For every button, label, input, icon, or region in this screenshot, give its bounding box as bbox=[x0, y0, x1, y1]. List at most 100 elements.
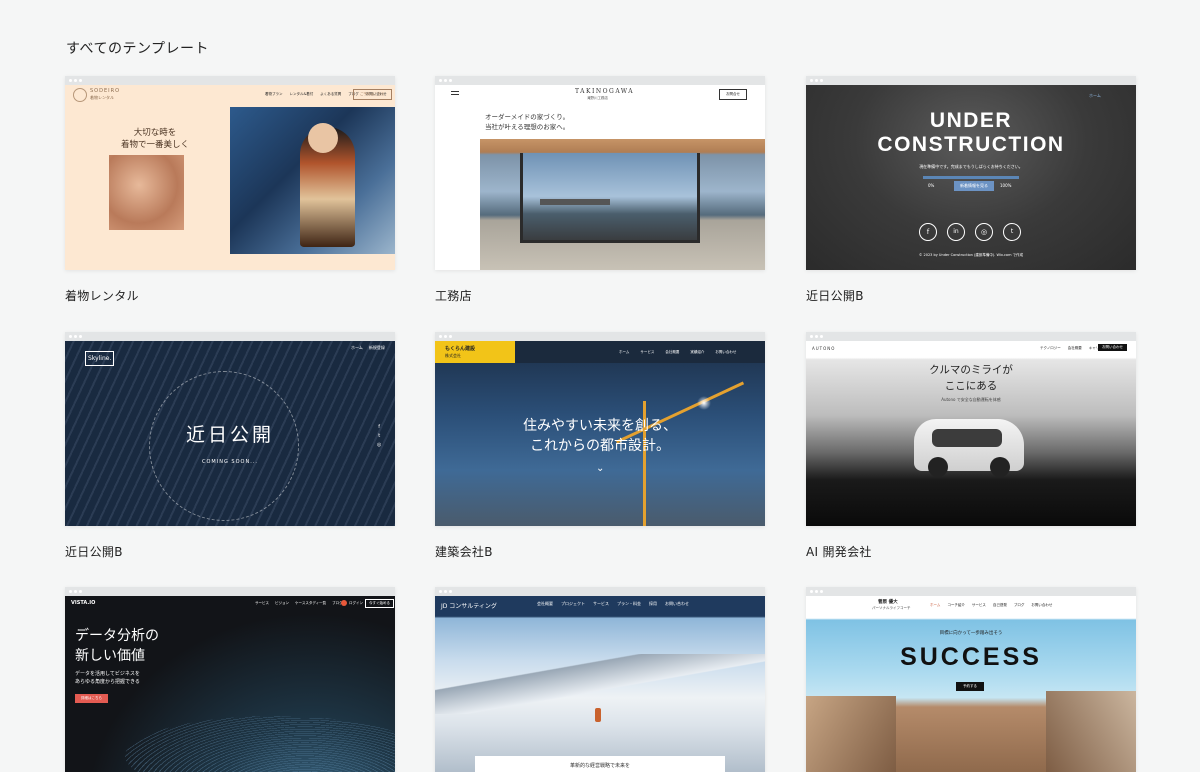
template-preview[interactable]: Skyline. ホーム 新規登録 近日公開 COMING SOON... f … bbox=[65, 332, 395, 526]
template-screenshot: もくらん建設 株式会社 ホーム サービス 会社概要 実績紹介 お問い合わせ 住み… bbox=[435, 341, 765, 526]
progress-bar bbox=[923, 176, 1019, 179]
nav-item[interactable]: 会社概要 bbox=[665, 350, 679, 355]
template-preview[interactable]: TAKINOGAWA 滝野川工務店 お問合せ オーダーメイドの家づくり。 当社が… bbox=[435, 76, 765, 270]
details-button[interactable]: 詳細はこちら bbox=[75, 694, 108, 703]
nav-item[interactable]: 会社概要 bbox=[1068, 346, 1082, 351]
nav-menu: ホーム コーチ紹介 サービス 自己啓発 ブログ お問い合わせ bbox=[930, 603, 1052, 608]
menu-icon[interactable] bbox=[451, 91, 459, 92]
twitter-icon[interactable]: t bbox=[1003, 223, 1021, 241]
hero-headline: UNDER CONSTRUCTION bbox=[877, 109, 1065, 156]
template-preview[interactable]: JD コンサルティング 会社概要 プロジェクト サービス プラン・料金 採用 お… bbox=[435, 587, 765, 772]
nav-menu: ホーム 新規登録 bbox=[351, 345, 385, 351]
template-name: 近日公開B bbox=[65, 545, 123, 559]
nav-menu: サービス ビジョン ケーススタディ一覧 ブログ bbox=[255, 601, 343, 606]
nav-item[interactable]: サービス bbox=[972, 603, 986, 608]
nav-item[interactable]: 実績紹介 bbox=[690, 350, 704, 355]
instagram-icon[interactable]: ◎ bbox=[975, 223, 993, 241]
caption-panel: 革新的な経営戦略で未来を bbox=[475, 756, 725, 772]
template-name: 工務店 bbox=[435, 289, 472, 303]
template-preview[interactable]: VISTA.IO サービス ビジョン ケーススタディ一覧 ブログ ログイン 今す… bbox=[65, 587, 395, 772]
nav-item[interactable]: お問い合わせ bbox=[665, 601, 689, 607]
contact-button[interactable]: お問い合わせ bbox=[1098, 344, 1127, 351]
social-icons: f t ◎ bbox=[377, 423, 381, 450]
nav-item[interactable]: ホーム bbox=[351, 345, 363, 351]
nav-item[interactable]: よくある質問 bbox=[320, 92, 341, 97]
nav-item[interactable]: 採用 bbox=[649, 601, 657, 607]
browser-chrome bbox=[806, 332, 1136, 341]
facebook-icon[interactable]: f bbox=[919, 223, 937, 241]
hero-headline: クルマのミライが ここにある bbox=[929, 364, 1013, 392]
template-card-architecture[interactable]: もくらん建設 株式会社 ホーム サービス 会社概要 実績紹介 お問い合わせ 住み… bbox=[435, 332, 765, 560]
nav-item[interactable]: お問い合わせ bbox=[1031, 603, 1052, 608]
logo-text: TAKINOGAWA bbox=[575, 88, 635, 95]
template-card-skyline[interactable]: Skyline. ホーム 新規登録 近日公開 COMING SOON... f … bbox=[65, 332, 395, 560]
browser-chrome bbox=[65, 332, 395, 341]
nav-item[interactable]: ケーススタディ一覧 bbox=[295, 601, 326, 606]
logo-subtext: パーソナルライフコーチ bbox=[872, 606, 911, 610]
nav-item[interactable]: 新規登録 bbox=[369, 345, 385, 351]
template-screenshot: ホーム UNDER CONSTRUCTION 現在準備中です。完成までもうしばら… bbox=[806, 85, 1136, 270]
nav-item[interactable]: お問い合わせ bbox=[715, 350, 736, 355]
chevron-down-icon[interactable]: ⌄ bbox=[596, 463, 604, 474]
nav-home[interactable]: ホーム bbox=[1089, 93, 1101, 99]
car-image bbox=[914, 419, 1024, 477]
nav-item[interactable]: サービス bbox=[255, 601, 269, 606]
logo-text: VISTA.IO bbox=[71, 600, 96, 606]
logo-mark bbox=[73, 88, 87, 102]
facebook-icon[interactable]: f bbox=[377, 423, 381, 432]
template-screenshot: SODEIRO 着物レンタル 着物プラン レンタル&着付 よくある質問 ブログ … bbox=[65, 85, 395, 270]
footer-text: © 2023 by Under Construction (建設準備中). Wi… bbox=[918, 253, 1024, 257]
reserve-button[interactable]: ご予約はこちら bbox=[353, 89, 392, 100]
logo-subtext: 滝野川工務店 bbox=[587, 96, 608, 100]
nav-item[interactable]: ビジョン bbox=[275, 601, 289, 606]
logo-subtext: 着物レンタル bbox=[90, 95, 114, 100]
login-link[interactable]: ログイン bbox=[349, 601, 363, 606]
nav-item[interactable]: テクノロジー bbox=[1040, 346, 1061, 351]
light-flare bbox=[697, 396, 711, 410]
template-preview[interactable]: 菅原 優大 パーソナルライフコーチ ホーム コーチ紹介 サービス 自己啓発 ブロ… bbox=[806, 587, 1136, 772]
template-card-under-construction[interactable]: ホーム UNDER CONSTRUCTION 現在準備中です。完成までもうしばら… bbox=[806, 76, 1136, 304]
browser-chrome bbox=[435, 76, 765, 85]
hero-headline: 住みやすい未来を創る、 これからの都市設計。 bbox=[523, 418, 677, 454]
template-card-life-coach[interactable]: 菅原 優大 パーソナルライフコーチ ホーム コーチ紹介 サービス 自己啓発 ブロ… bbox=[806, 587, 1136, 772]
instagram-icon[interactable]: ◎ bbox=[377, 441, 381, 450]
browser-chrome bbox=[806, 76, 1136, 85]
template-preview[interactable]: AUTONO テクノロジー 会社概要 キャリア お問い合わせ クルマのミライが … bbox=[806, 332, 1136, 526]
nav-item[interactable]: プラン・料金 bbox=[617, 601, 641, 607]
template-card-vista[interactable]: VISTA.IO サービス ビジョン ケーススタディ一覧 ブログ ログイン 今す… bbox=[65, 587, 395, 772]
template-screenshot: 菅原 優大 パーソナルライフコーチ ホーム コーチ紹介 サービス 自己啓発 ブロ… bbox=[806, 596, 1136, 772]
hero-kicker: 目標に向かって一歩踏み出そう bbox=[939, 631, 1003, 636]
cliff-left bbox=[806, 696, 896, 772]
nav-item[interactable]: 着物プラン bbox=[265, 92, 283, 97]
twitter-icon[interactable]: t bbox=[377, 432, 381, 441]
nav-item[interactable]: コーチ紹介 bbox=[947, 603, 965, 608]
contact-button[interactable]: お問合せ bbox=[719, 89, 747, 100]
template-preview[interactable]: もくらん建設 株式会社 ホーム サービス 会社概要 実績紹介 お問い合わせ 住み… bbox=[435, 332, 765, 526]
start-button[interactable]: 今すぐ始める bbox=[365, 599, 394, 608]
template-preview[interactable]: ホーム UNDER CONSTRUCTION 現在準備中です。完成までもうしばら… bbox=[806, 76, 1136, 270]
nav-item[interactable]: ホーム bbox=[619, 350, 629, 355]
template-name: AI 開発会社 bbox=[806, 545, 872, 559]
hero-headline: データ分析の 新しい価値 bbox=[75, 628, 159, 664]
template-card-koumuten[interactable]: TAKINOGAWA 滝野川工務店 お問合せ オーダーメイドの家づくり。 当社が… bbox=[435, 76, 765, 304]
progress-button[interactable]: 新着情報を見る bbox=[954, 181, 994, 191]
nav-item[interactable]: レンタル&着付 bbox=[290, 92, 314, 97]
template-screenshot: VISTA.IO サービス ビジョン ケーススタディ一覧 ブログ ログイン 今す… bbox=[65, 596, 395, 772]
template-name: 近日公開B bbox=[806, 289, 864, 303]
nav-item[interactable]: 自己啓発 bbox=[993, 603, 1007, 608]
template-preview[interactable]: SODEIRO 着物レンタル 着物プラン レンタル&着付 よくある質問 ブログ … bbox=[65, 76, 395, 270]
linkedin-icon[interactable]: in bbox=[947, 223, 965, 241]
template-card-autono[interactable]: AUTONO テクノロジー 会社概要 キャリア お問い合わせ クルマのミライが … bbox=[806, 332, 1136, 560]
mountain-ridge bbox=[435, 654, 765, 714]
template-card-kimono[interactable]: SODEIRO 着物レンタル 着物プラン レンタル&着付 よくある質問 ブログ … bbox=[65, 76, 395, 304]
reserve-button[interactable]: 予約する bbox=[956, 682, 984, 691]
nav-item[interactable]: 会社概要 bbox=[537, 601, 553, 607]
template-card-jd-consulting[interactable]: JD コンサルティング 会社概要 プロジェクト サービス プラン・料金 採用 お… bbox=[435, 587, 765, 772]
nav-item[interactable]: ブログ bbox=[1014, 603, 1025, 608]
nav-item[interactable]: プロジェクト bbox=[561, 601, 585, 607]
nav-item[interactable]: サービス bbox=[640, 350, 654, 355]
nav-item[interactable]: ホーム bbox=[930, 603, 940, 608]
hero-headline: 近日公開 bbox=[185, 424, 274, 446]
template-screenshot: JD コンサルティング 会社概要 プロジェクト サービス プラン・料金 採用 お… bbox=[435, 596, 765, 772]
nav-item[interactable]: サービス bbox=[593, 601, 609, 607]
